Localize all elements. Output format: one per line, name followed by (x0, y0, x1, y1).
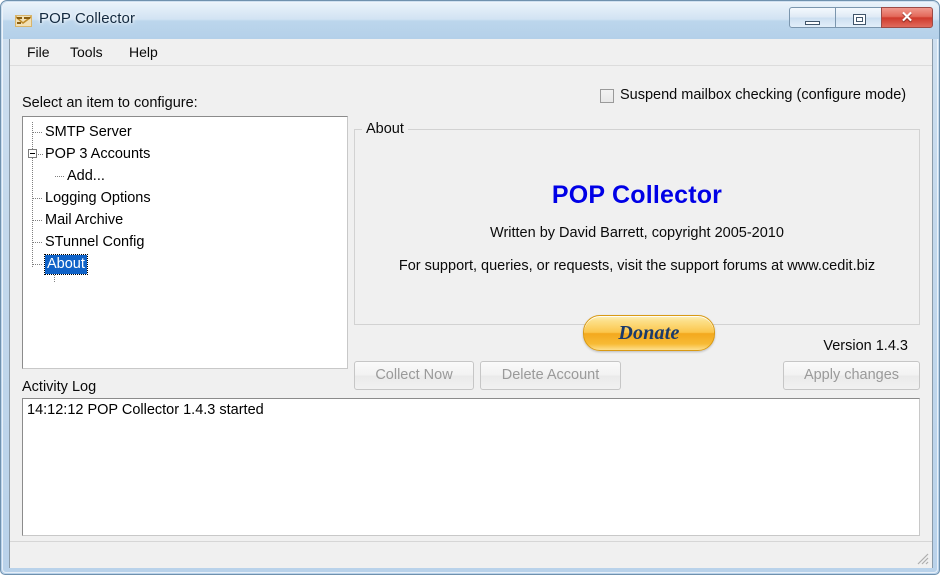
configuration-tree[interactable]: SMTP Server POP 3 Accounts Add... Loggin… (22, 116, 348, 369)
tree-expander-minus-icon[interactable] (28, 149, 37, 158)
delete-account-button[interactable]: Delete Account (480, 361, 621, 390)
client-area: File Tools Help Suspend mailbox checking… (9, 39, 933, 568)
menu-item-file[interactable]: File (20, 43, 57, 62)
maximize-icon (852, 14, 866, 25)
tree-item-label: Mail Archive (45, 212, 124, 228)
window-title: POP Collector (39, 10, 136, 27)
app-icon (15, 13, 32, 29)
collect-now-button[interactable]: Collect Now (354, 361, 474, 390)
tree-connector-icon (33, 220, 42, 221)
tree-connector-icon (33, 132, 42, 133)
tree-connector-icon (38, 154, 43, 155)
suspend-mailbox-checking-label: Suspend mailbox checking (configure mode… (620, 87, 907, 103)
menu-item-help[interactable]: Help (122, 43, 165, 62)
tree-item-about[interactable]: About (23, 254, 347, 276)
maximize-button[interactable] (835, 7, 882, 28)
about-group-legend: About (362, 121, 408, 137)
tree-item-label: SMTP Server (45, 124, 132, 140)
title-bar[interactable]: POP Collector ✕ (3, 3, 939, 39)
activity-log-line: 14:12:12 POP Collector 1.4.3 started (27, 402, 264, 418)
tree-caption: Select an item to configure: (22, 95, 198, 111)
about-product-title: POP Collector (551, 181, 723, 209)
tree-item-add[interactable]: Add... (23, 166, 347, 188)
application-window: POP Collector ✕ File Tools Help Suspend … (0, 0, 940, 575)
tree-item-label: Logging Options (45, 190, 151, 206)
about-support-line: For support, queries, or requests, visit… (398, 258, 876, 274)
resize-grip-icon[interactable] (915, 551, 929, 565)
close-button[interactable]: ✕ (881, 7, 933, 28)
tree-connector-icon (33, 198, 42, 199)
menu-item-tools[interactable]: Tools (63, 43, 110, 62)
close-icon: ✕ (900, 9, 914, 26)
donate-button-label: Donate (618, 322, 680, 344)
tree-item-label: STunnel Config (45, 234, 145, 250)
tree-connector-icon (33, 264, 42, 265)
tree-item-label-selected: About (44, 254, 88, 275)
tree-item-logging-options[interactable]: Logging Options (23, 188, 347, 210)
tree-item-pop3-accounts[interactable]: POP 3 Accounts (23, 144, 347, 166)
tree-item-smtp-server[interactable]: SMTP Server (23, 122, 347, 144)
tree-item-stunnel-config[interactable]: STunnel Config (23, 232, 347, 254)
tree-connector-icon (33, 242, 42, 243)
tree-item-label: Add... (67, 168, 105, 184)
version-label: Version 1.4.3 (823, 338, 908, 354)
menu-bar: File Tools Help (10, 39, 932, 66)
tree-connector-icon (55, 176, 64, 177)
donate-button[interactable]: Donate (583, 315, 715, 351)
about-credit-line: Written by David Barrett, copyright 2005… (490, 225, 784, 241)
tree-item-mail-archive[interactable]: Mail Archive (23, 210, 347, 232)
tree-item-label: POP 3 Accounts (45, 146, 151, 162)
suspend-mailbox-checking-checkbox[interactable] (600, 89, 614, 103)
activity-log-textarea[interactable]: 14:12:12 POP Collector 1.4.3 started (22, 398, 920, 536)
minimize-icon (804, 21, 820, 25)
minimize-button[interactable] (789, 7, 836, 28)
activity-log-caption: Activity Log (22, 379, 97, 395)
status-bar (10, 541, 932, 568)
apply-changes-button[interactable]: Apply changes (783, 361, 920, 390)
